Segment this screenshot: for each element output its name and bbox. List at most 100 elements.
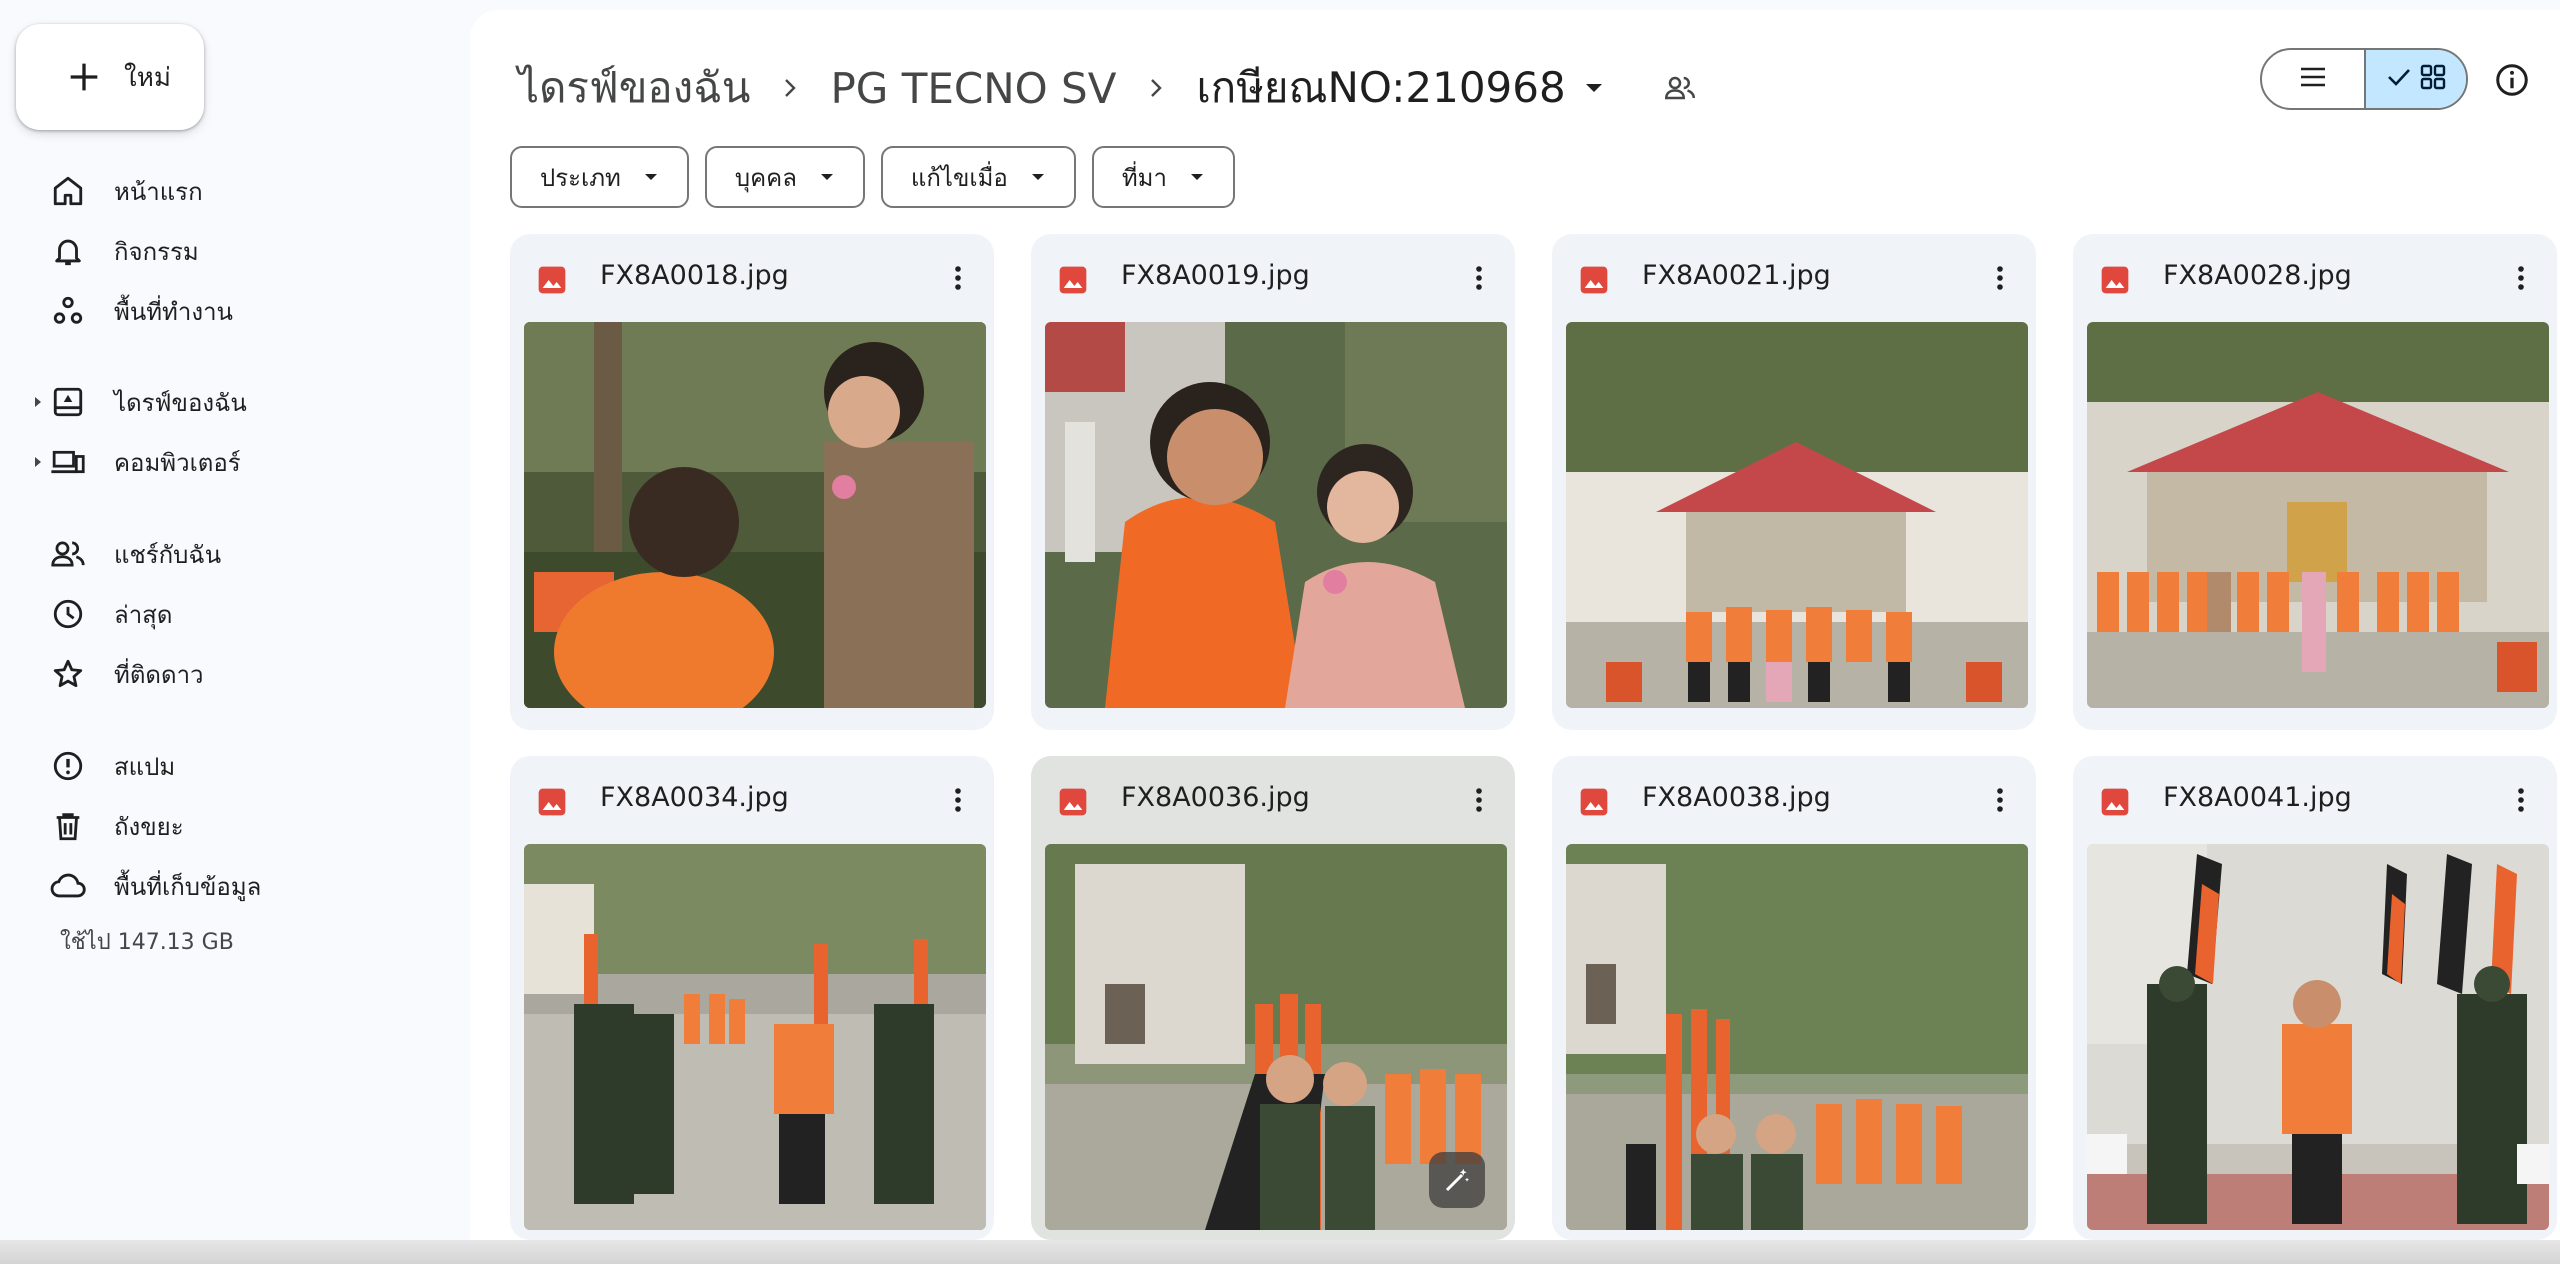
image-file-icon bbox=[536, 786, 568, 818]
more-options-icon[interactable] bbox=[1457, 778, 1501, 822]
grid-view-button[interactable] bbox=[2364, 50, 2466, 108]
sidebar-item-label: พื้นที่ทำงาน bbox=[114, 297, 233, 326]
image-thumbnail bbox=[2087, 844, 2549, 1230]
sidebar-item-label: ที่ติดดาว bbox=[114, 660, 204, 689]
people-icon bbox=[48, 534, 88, 574]
image-thumbnail bbox=[2087, 322, 2549, 708]
breadcrumb-folder[interactable]: PG TECNO SV bbox=[820, 60, 1126, 117]
image-thumbnail bbox=[524, 844, 986, 1230]
sidebar-item-label: ไดรฟ์ของฉัน bbox=[114, 388, 247, 417]
sidebar-item-label: พื้นที่เก็บข้อมูล bbox=[114, 872, 262, 901]
trash-icon bbox=[48, 806, 88, 846]
file-card[interactable]: FX8A0034.jpg bbox=[510, 756, 994, 1240]
sidebar-item-label: แชร์กับฉัน bbox=[114, 540, 222, 569]
file-card[interactable]: FX8A0028.jpg bbox=[2073, 234, 2557, 730]
filter-people[interactable]: บุคคล bbox=[704, 146, 865, 208]
image-file-icon bbox=[1057, 786, 1089, 818]
filter-type[interactable]: ประเภท bbox=[510, 146, 689, 208]
filter-label: บุคคล bbox=[734, 163, 797, 192]
image-file-icon bbox=[2099, 264, 2131, 296]
sidebar-item-spam[interactable]: สแปม bbox=[0, 738, 460, 794]
sidebar-item-recent[interactable]: ล่าสุด bbox=[0, 586, 460, 642]
file-card-header: FX8A0034.jpg bbox=[510, 756, 994, 844]
sidebar-item-label: ล่าสุด bbox=[114, 600, 173, 629]
info-icon[interactable] bbox=[2490, 58, 2534, 102]
list-icon bbox=[2298, 65, 2328, 93]
sidebar-item-activity[interactable]: กิจกรรม bbox=[0, 223, 460, 279]
home-icon bbox=[48, 171, 88, 211]
shared-people-icon[interactable] bbox=[1658, 66, 1702, 110]
image-thumbnail bbox=[524, 322, 986, 708]
file-name: FX8A0019.jpg bbox=[1121, 260, 1310, 291]
main-panel: ไดรฟ์ของฉัน PG TECNO SV เกษียณNO:210968 bbox=[470, 10, 2560, 1240]
file-card-header: FX8A0036.jpg bbox=[1031, 756, 1515, 844]
file-name: FX8A0034.jpg bbox=[600, 782, 789, 813]
sidebar-item-storage[interactable]: พื้นที่เก็บข้อมูล bbox=[0, 858, 460, 914]
file-name: FX8A0041.jpg bbox=[2163, 782, 2352, 813]
image-thumbnail bbox=[1566, 844, 2028, 1230]
file-card[interactable]: FX8A0018.jpg bbox=[510, 234, 994, 730]
my-drive-icon bbox=[48, 382, 88, 422]
file-card[interactable]: FX8A0021.jpg bbox=[1552, 234, 2036, 730]
star-icon bbox=[48, 654, 88, 694]
sidebar-item-computers[interactable]: คอมพิวเตอร์ bbox=[0, 434, 460, 490]
bell-icon bbox=[48, 231, 88, 271]
view-toggle bbox=[2260, 48, 2468, 110]
spam-icon bbox=[48, 746, 88, 786]
file-card-header: FX8A0018.jpg bbox=[510, 234, 994, 322]
plus-icon bbox=[52, 45, 116, 109]
sidebar-item-label: หน้าแรก bbox=[114, 177, 203, 206]
expand-arrow-icon[interactable] bbox=[32, 434, 44, 490]
image-thumbnail bbox=[1566, 322, 2028, 708]
sidebar: ใหม่ หน้าแรก กิจกรรม พื้นที่ทำงาน ไดรฟ์ข… bbox=[0, 0, 470, 1264]
file-card-header: FX8A0021.jpg bbox=[1552, 234, 2036, 322]
image-file-icon bbox=[1057, 264, 1089, 296]
expand-arrow-icon[interactable] bbox=[32, 374, 44, 430]
chevron-right-icon bbox=[760, 76, 820, 100]
magic-edit-icon[interactable] bbox=[1429, 1152, 1485, 1208]
sidebar-item-workspaces[interactable]: พื้นที่ทำงาน bbox=[0, 283, 460, 339]
file-name: FX8A0021.jpg bbox=[1642, 260, 1831, 291]
caret-down-icon bbox=[1580, 74, 1608, 102]
filter-label: ประเภท bbox=[540, 163, 621, 192]
storage-usage-text: ใช้ไป 147.13 GB bbox=[60, 930, 234, 955]
sidebar-item-home[interactable]: หน้าแรก bbox=[0, 163, 460, 219]
sidebar-item-my-drive[interactable]: ไดรฟ์ของฉัน bbox=[0, 374, 460, 430]
more-options-icon[interactable] bbox=[2499, 778, 2543, 822]
filter-source[interactable]: ที่มา bbox=[1091, 146, 1235, 208]
chevron-right-icon bbox=[1126, 76, 1186, 100]
more-options-icon[interactable] bbox=[2499, 256, 2543, 300]
more-options-icon[interactable] bbox=[1457, 256, 1501, 300]
file-card[interactable]: FX8A0019.jpg bbox=[1031, 234, 1515, 730]
breadcrumb-current-folder[interactable]: เกษียณNO:210968 bbox=[1186, 51, 1617, 125]
sidebar-item-starred[interactable]: ที่ติดดาว bbox=[0, 646, 460, 702]
sidebar-item-trash[interactable]: ถังขยะ bbox=[0, 798, 460, 854]
clock-icon bbox=[48, 594, 88, 634]
file-name: FX8A0036.jpg bbox=[1121, 782, 1310, 813]
new-button-label: ใหม่ bbox=[124, 62, 171, 93]
more-options-icon[interactable] bbox=[1978, 256, 2022, 300]
more-options-icon[interactable] bbox=[936, 778, 980, 822]
filter-bar: ประเภท บุคคล แก้ไขเมื่อ ที่มา bbox=[510, 146, 1235, 208]
file-card[interactable]: FX8A0041.jpg bbox=[2073, 756, 2557, 1240]
new-button[interactable]: ใหม่ bbox=[16, 24, 204, 130]
filter-label: ที่มา bbox=[1121, 163, 1167, 192]
sidebar-item-label: สแปม bbox=[114, 752, 176, 781]
more-options-icon[interactable] bbox=[936, 256, 980, 300]
caret-down-icon bbox=[643, 169, 659, 185]
file-card[interactable]: FX8A0038.jpg bbox=[1552, 756, 2036, 1240]
computers-icon bbox=[48, 442, 88, 482]
file-card[interactable]: FX8A0036.jpg bbox=[1031, 756, 1515, 1240]
more-options-icon[interactable] bbox=[1978, 778, 2022, 822]
list-view-button[interactable] bbox=[2262, 50, 2364, 108]
bottom-edge bbox=[0, 1240, 2560, 1264]
image-file-icon bbox=[2099, 786, 2131, 818]
file-card-header: FX8A0041.jpg bbox=[2073, 756, 2557, 844]
caret-down-icon bbox=[1189, 169, 1205, 185]
caret-down-icon bbox=[1030, 169, 1046, 185]
breadcrumb-my-drive[interactable]: ไดรฟ์ของฉัน bbox=[508, 51, 760, 125]
image-thumbnail bbox=[1045, 322, 1507, 708]
sidebar-item-shared[interactable]: แชร์กับฉัน bbox=[0, 526, 460, 582]
filter-modified[interactable]: แก้ไขเมื่อ bbox=[880, 146, 1076, 208]
sidebar-item-label: กิจกรรม bbox=[114, 237, 199, 266]
